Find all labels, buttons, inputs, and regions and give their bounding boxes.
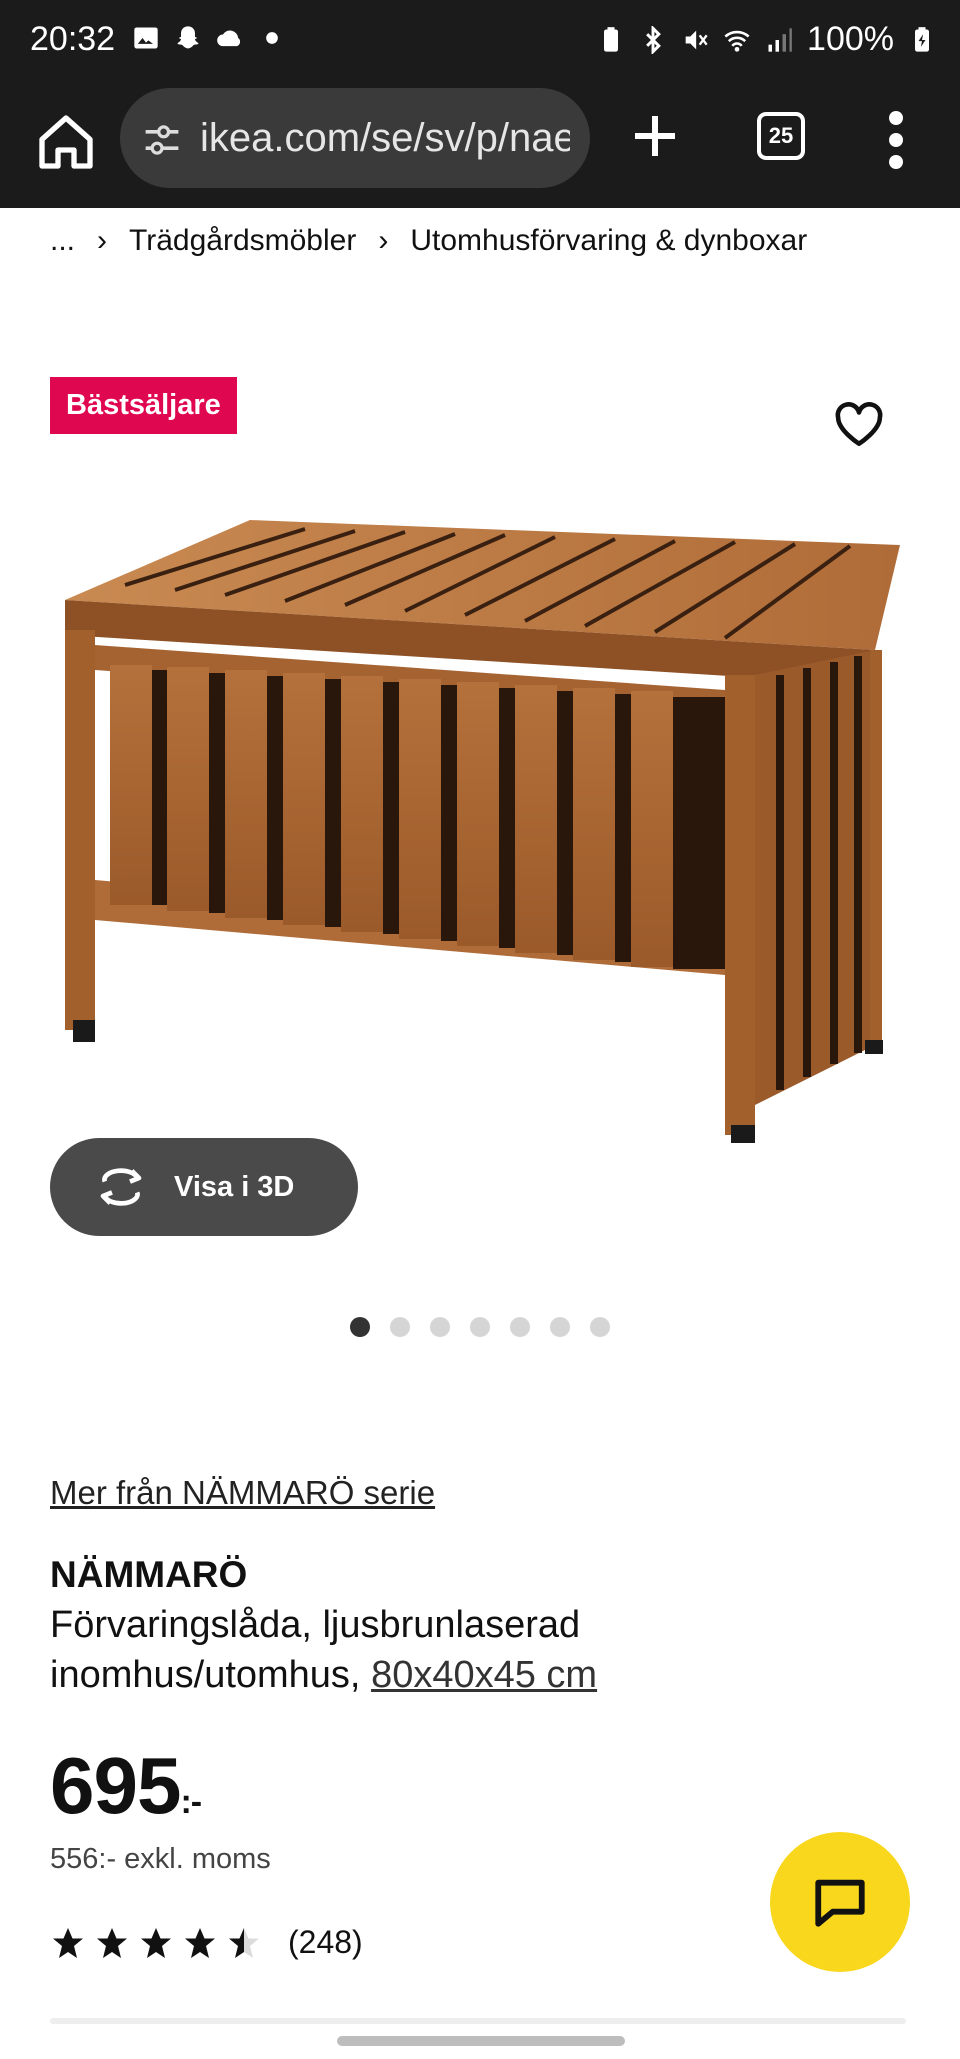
view-3d-button[interactable]: Visa i 3D (50, 1138, 358, 1236)
chevron-right-icon: › (97, 224, 108, 257)
tab-count: 25 (768, 123, 794, 148)
section-divider (50, 2018, 906, 2024)
carousel-dot[interactable] (430, 1317, 450, 1337)
address-bar[interactable]: ikea.com/se/sv/p/nae (120, 88, 590, 188)
url-text[interactable]: ikea.com/se/sv/p/nae (200, 116, 570, 161)
carousel-dot[interactable] (510, 1317, 530, 1337)
price-value: 695 (50, 1741, 181, 1830)
status-time: 20:32 (30, 20, 116, 58)
star-icon (97, 1927, 127, 1958)
product-description: Förvaringslåda, ljusbrunlaserad inomhus/… (50, 1600, 810, 1700)
carousel-dot[interactable] (590, 1317, 610, 1337)
price-excl-vat: 556:- exkl. moms (50, 1843, 271, 1875)
rating-count[interactable]: (248) (288, 1924, 363, 1961)
star-icon (53, 1927, 83, 1958)
product-name: NÄMMARÖ (50, 1554, 248, 1595)
rating-stars (50, 1925, 262, 1961)
chevron-right-icon: › (378, 224, 389, 257)
carousel-dot[interactable] (350, 1317, 370, 1337)
chat-icon (815, 1879, 865, 1927)
star-icon (229, 1927, 259, 1958)
notification-icons (132, 24, 286, 52)
dot-icon (266, 32, 278, 44)
product-image[interactable] (55, 505, 905, 1145)
carousel-dots (350, 1317, 610, 1337)
system-icons: 100% (597, 20, 936, 59)
chat-button[interactable] (770, 1832, 910, 1972)
carousel-dot[interactable] (390, 1317, 410, 1337)
mute-icon (685, 30, 708, 49)
view-3d-label: Visa i 3D (174, 1170, 295, 1203)
site-settings-icon[interactable] (142, 122, 182, 158)
heart-icon[interactable] (834, 402, 884, 448)
breadcrumb-item-tradgardsmobler[interactable]: Trädgårdsmöbler (129, 224, 356, 258)
star-icon (141, 1927, 171, 1958)
tab-switcher-button[interactable]: 25 (757, 112, 805, 160)
star-icon (185, 1927, 215, 1958)
bluetooth-icon (646, 25, 661, 54)
series-link[interactable]: Mer från NÄMMARÖ serie (50, 1474, 435, 1512)
rotate-3d-icon (100, 1168, 142, 1206)
description-line-1: Förvaringslåda, ljusbrunlaserad (50, 1604, 581, 1646)
browser-toolbar: ikea.com/se/sv/p/nae 25 (0, 84, 960, 208)
snapchat-icon (177, 26, 199, 49)
carousel-dot[interactable] (550, 1317, 570, 1337)
new-tab-icon[interactable] (625, 106, 685, 166)
battery-icon (915, 26, 929, 52)
cloud-icon (217, 30, 241, 47)
signal-icon (768, 27, 792, 52)
rating[interactable]: (248) (50, 1924, 363, 1961)
gesture-bar[interactable] (337, 2036, 625, 2046)
carousel-dot[interactable] (470, 1317, 490, 1337)
status-bar: 20:32 100% (0, 0, 960, 84)
more-vert-icon[interactable] (888, 110, 904, 170)
breadcrumb-item-utomhusforvaring[interactable]: Utomhusförvaring & dynboxar (410, 224, 807, 258)
description-line-2: inomhus/utomhus, (50, 1654, 372, 1696)
bestseller-badge: Bästsäljare (50, 377, 237, 434)
battery-saver-icon (604, 26, 619, 52)
breadcrumb: ... › Trädgårdsmöbler › Utomhusförvaring… (50, 224, 807, 258)
size-link[interactable]: 80x40x45 cm (371, 1654, 597, 1696)
battery-percent: 100% (807, 20, 894, 58)
price: 695:- (50, 1740, 202, 1832)
price-suffix: :- (180, 1783, 202, 1821)
breadcrumb-ellipsis[interactable]: ... (50, 224, 75, 258)
wifi-icon (724, 30, 750, 52)
home-icon[interactable] (34, 110, 98, 174)
gallery-icon (134, 27, 158, 49)
